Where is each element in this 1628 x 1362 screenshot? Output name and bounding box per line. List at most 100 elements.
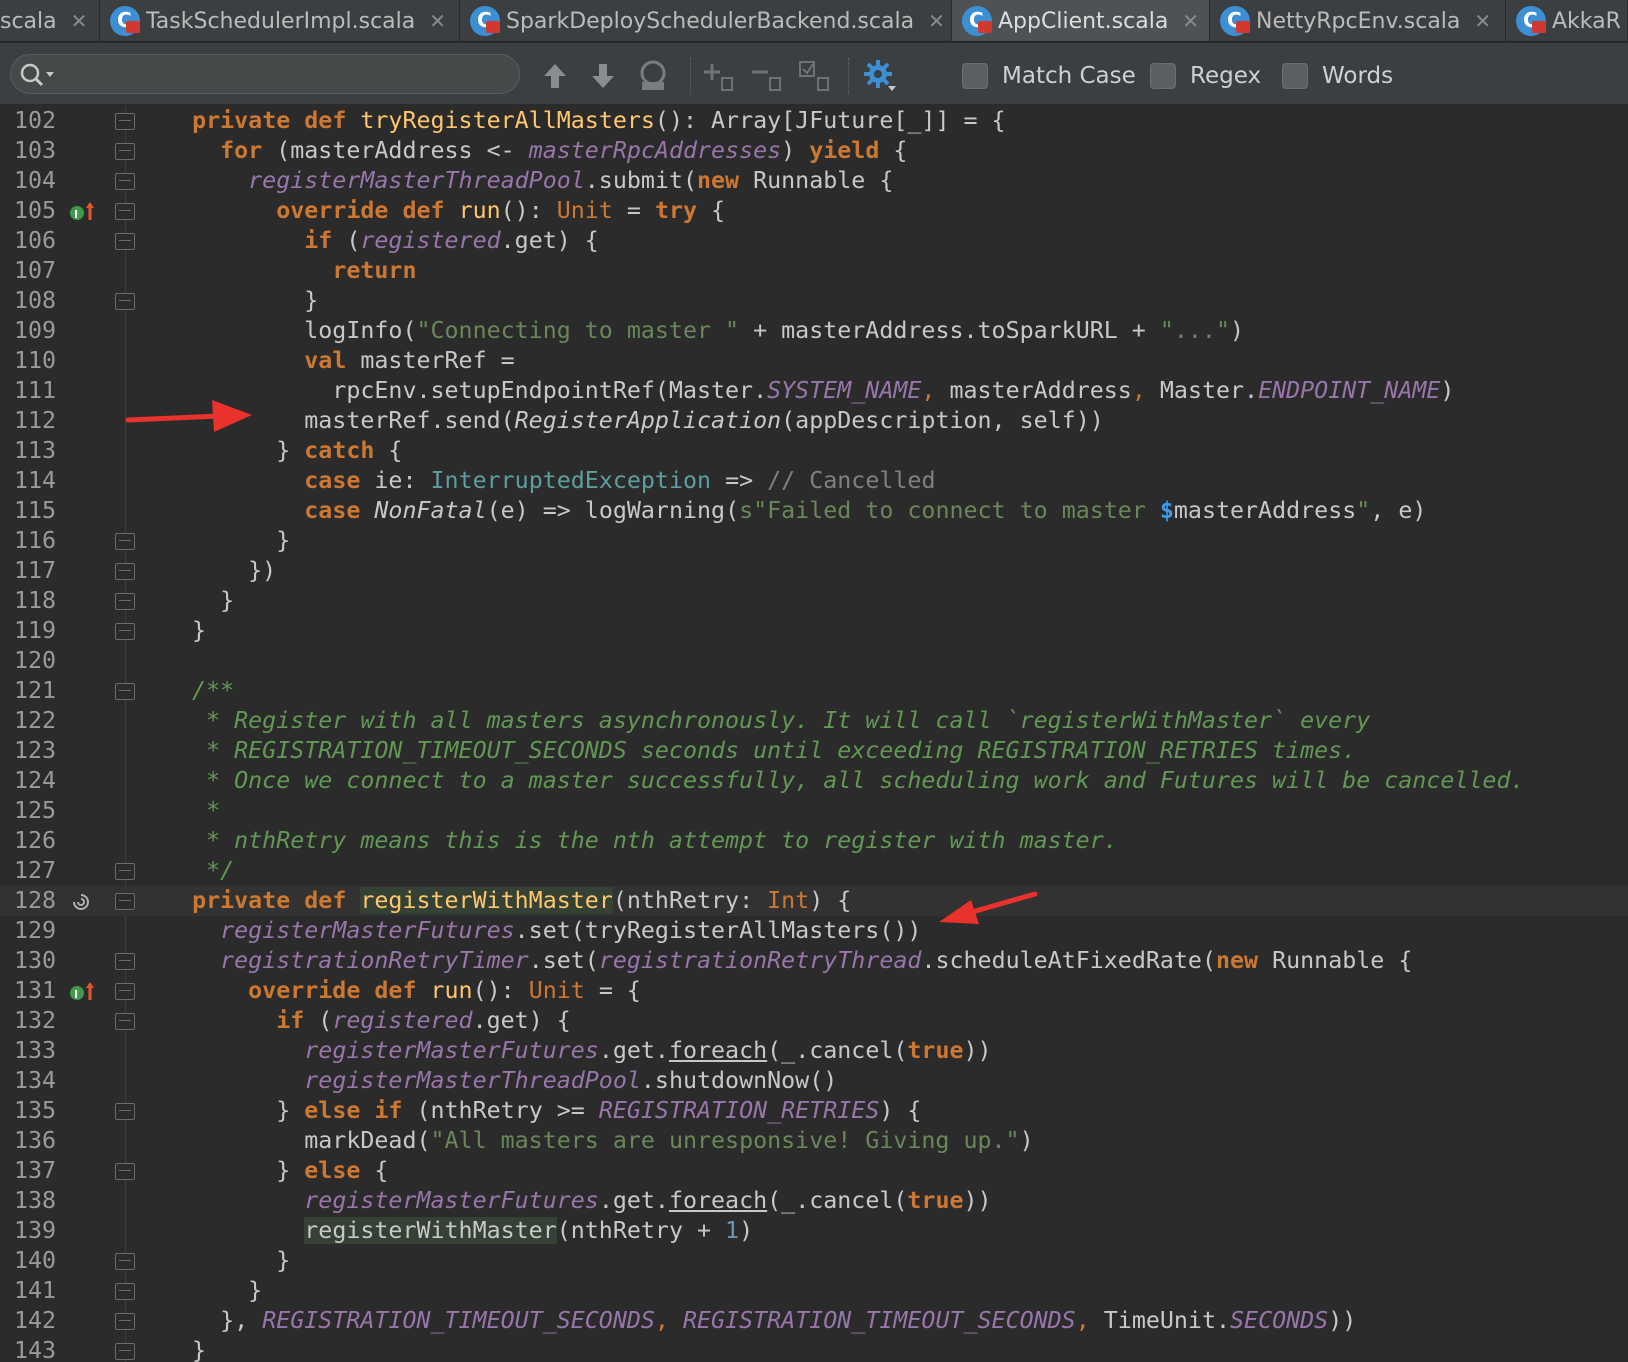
fold-marker-icon[interactable]: [115, 863, 135, 880]
fold-marker-icon[interactable]: [115, 1253, 135, 1270]
code-line: 127 */: [0, 856, 1628, 886]
scala-class-icon: [1220, 6, 1250, 36]
code-text: }: [164, 587, 235, 614]
fold-marker-icon[interactable]: [115, 953, 135, 970]
fold-marker-icon[interactable]: [115, 983, 135, 1000]
fold-marker-icon[interactable]: [115, 1163, 135, 1180]
code-text: rpcEnv.setupEndpointRef(Master.SYSTEM_NA…: [164, 377, 1455, 404]
line-number: 107: [14, 257, 57, 284]
fold-marker-icon[interactable]: [115, 1283, 135, 1300]
code-line: 135 } else if (nthRetry >= REGISTRATION_…: [0, 1096, 1628, 1126]
next-occurrence-icon[interactable]: [588, 58, 618, 94]
search-text-field[interactable]: [59, 59, 509, 89]
tab-akkar[interactable]: AkkaR: [1506, 0, 1628, 41]
close-icon[interactable]: ✕: [1474, 9, 1491, 33]
search-input[interactable]: [10, 54, 520, 94]
line-number: 112: [14, 407, 57, 434]
fold-marker-icon[interactable]: [115, 203, 135, 220]
regex-checkbox[interactable]: Regex: [1150, 58, 1261, 94]
code-text: } else if (nthRetry >= REGISTRATION_RETR…: [164, 1097, 922, 1124]
checkbox-box[interactable]: [1150, 63, 1176, 89]
fold-marker-icon[interactable]: [115, 563, 135, 580]
line-number: 129: [14, 917, 57, 944]
code-text: registerMasterThreadPool.submit(new Runn…: [248, 167, 894, 194]
gear-icon[interactable]: [862, 58, 898, 94]
fold-marker-icon[interactable]: [115, 1343, 135, 1360]
tab-appclient[interactable]: AppClient.scala ✕: [952, 0, 1210, 41]
tab-scala[interactable]: scala ✕: [0, 0, 100, 41]
close-icon[interactable]: ✕: [429, 9, 446, 33]
code-text: *: [164, 797, 221, 824]
code-text: logInfo("Connecting to master " + master…: [164, 317, 1245, 344]
implements-override-icon[interactable]: I: [68, 200, 96, 224]
code-text: markDead("All masters are unresponsive! …: [164, 1127, 1034, 1154]
search-icon[interactable]: [17, 60, 57, 90]
match-case-checkbox[interactable]: Match Case: [962, 58, 1136, 94]
code-line: 118 }: [0, 586, 1628, 616]
remove-occurrence-icon[interactable]: [750, 58, 786, 94]
implements-override-icon[interactable]: I: [68, 980, 96, 1004]
line-number: 123: [14, 737, 57, 764]
fold-marker-icon[interactable]: [115, 1103, 135, 1120]
code-line: 105 I override def run(): Unit = try {: [0, 196, 1628, 226]
find-all-icon[interactable]: [636, 58, 672, 94]
line-number: 116: [14, 527, 57, 554]
tab-label: NettyRpcEnv.scala: [1256, 8, 1461, 34]
fold-marker-icon[interactable]: [115, 683, 135, 700]
code-text: * Once we connect to a master successful…: [164, 767, 1525, 794]
line-number: 124: [14, 767, 57, 794]
code-line: 116 }: [0, 526, 1628, 556]
tab-label: AppClient.scala: [998, 8, 1169, 34]
close-icon[interactable]: ✕: [1182, 9, 1199, 33]
fold-marker-icon[interactable]: [115, 113, 135, 130]
fold-marker-icon[interactable]: [115, 1313, 135, 1330]
toolbar-separator: [690, 58, 691, 94]
code-text: registerMasterThreadPool.shutdownNow(): [304, 1067, 838, 1094]
line-number: 120: [14, 647, 57, 674]
code-line: 120: [0, 646, 1628, 676]
line-number: 125: [14, 797, 57, 824]
line-number: 126: [14, 827, 57, 854]
code-line: 103 for (masterAddress <- masterRpcAddre…: [0, 136, 1628, 166]
add-occurrence-icon[interactable]: [702, 58, 738, 94]
toolbar-separator: [848, 58, 849, 94]
code-text: * Register with all masters asynchronous…: [164, 707, 1371, 734]
checkbox-box[interactable]: [962, 63, 988, 89]
code-line: 129 registerMasterFutures.set(tryRegiste…: [0, 916, 1628, 946]
tab-taskschedulerimpl[interactable]: TaskSchedulerImpl.scala ✕: [100, 0, 460, 41]
match-case-label: Match Case: [1002, 63, 1136, 89]
fold-marker-icon[interactable]: [115, 593, 135, 610]
recursive-call-icon[interactable]: [68, 890, 96, 914]
code-text: }: [164, 1247, 291, 1274]
close-icon[interactable]: ✕: [928, 9, 945, 33]
scala-class-icon: [1516, 6, 1546, 36]
fold-marker-icon[interactable]: [115, 233, 135, 250]
fold-marker-icon[interactable]: [115, 893, 135, 910]
fold-marker-icon[interactable]: [115, 623, 135, 640]
code-editor[interactable]: 102 private def tryRegisterAllMasters():…: [0, 106, 1628, 1362]
code-line: 136 markDead("All masters are unresponsi…: [0, 1126, 1628, 1156]
annotation-arrow-icon: [939, 891, 1038, 924]
code-line: 130 registrationRetryTimer.set(registrat…: [0, 946, 1628, 976]
fold-marker-icon[interactable]: [115, 533, 135, 550]
fold-marker-icon[interactable]: [115, 143, 135, 160]
line-number: 142: [14, 1307, 57, 1334]
line-number: 106: [14, 227, 57, 254]
code-line: 126 * nthRetry means this is the nth att…: [0, 826, 1628, 856]
line-number: 122: [14, 707, 57, 734]
close-icon[interactable]: ✕: [71, 9, 88, 33]
select-all-occurrences-icon[interactable]: [798, 58, 834, 94]
code-line: 138 registerMasterFutures.get.foreach(_.…: [0, 1186, 1628, 1216]
tab-nettyrpcenv[interactable]: NettyRpcEnv.scala ✕: [1210, 0, 1506, 41]
code-line: 108 }: [0, 286, 1628, 316]
code-line: 125 *: [0, 796, 1628, 826]
tab-sparkdeployschedulerbackend[interactable]: SparkDeploySchedulerBackend.scala ✕: [460, 0, 952, 41]
previous-occurrence-icon[interactable]: [540, 58, 570, 94]
fold-marker-icon[interactable]: [115, 293, 135, 310]
code-text: }, REGISTRATION_TIMEOUT_SECONDS, REGISTR…: [164, 1307, 1357, 1334]
fold-marker-icon[interactable]: [115, 173, 135, 190]
words-checkbox[interactable]: Words: [1282, 58, 1393, 94]
code-text: for (masterAddress <- masterRpcAddresses…: [220, 137, 908, 164]
checkbox-box[interactable]: [1282, 63, 1308, 89]
fold-marker-icon[interactable]: [115, 1013, 135, 1030]
